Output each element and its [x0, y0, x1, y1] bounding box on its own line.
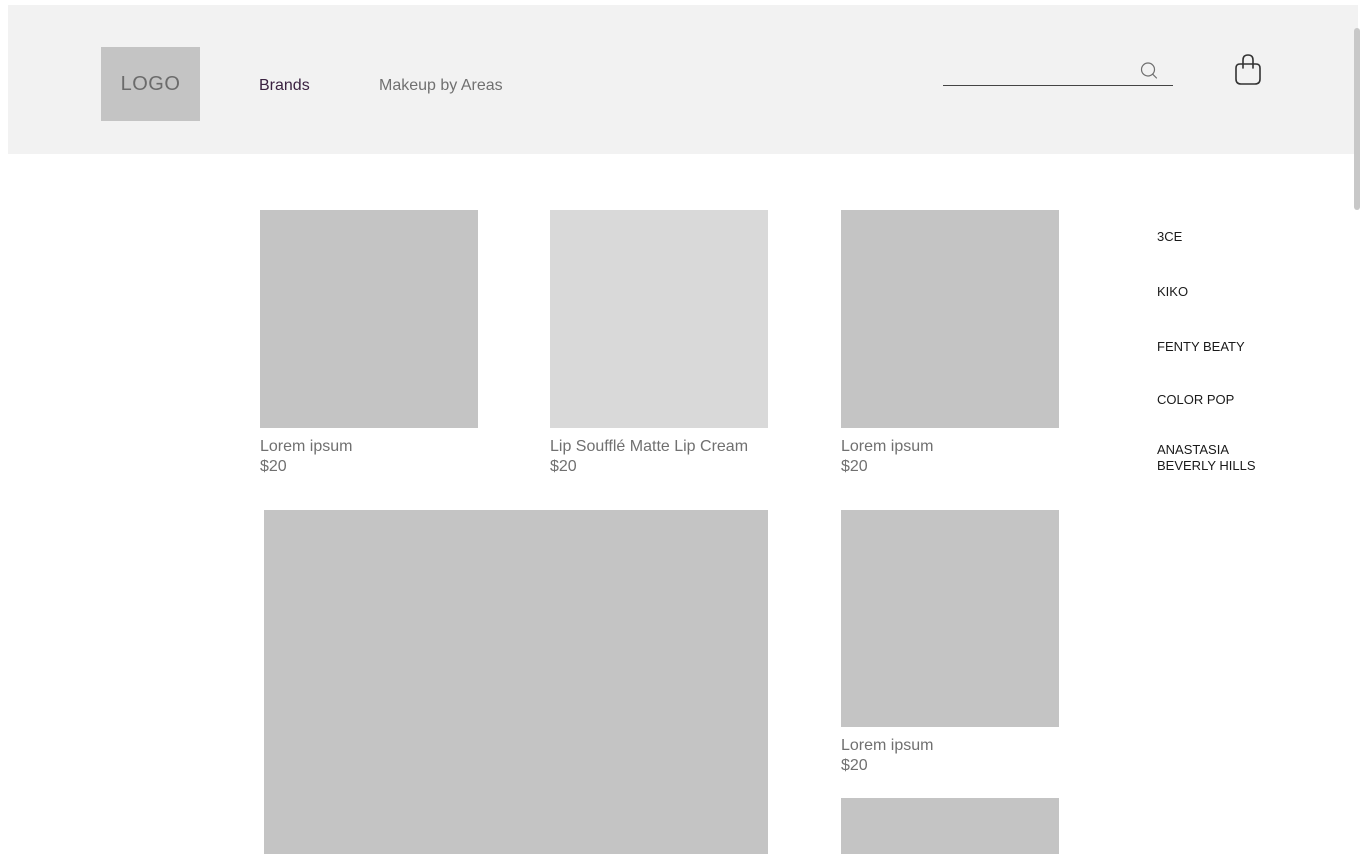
product-name: Lorem ipsum: [841, 737, 934, 754]
search-icon[interactable]: [1138, 60, 1160, 82]
product-image[interactable]: [841, 798, 1059, 854]
product-image: [260, 210, 478, 428]
product-card[interactable]: Lip Soufflé Matte Lip Cream $20: [550, 210, 768, 480]
product-name: Lip Soufflé Matte Lip Cream: [550, 438, 749, 455]
product-image: [841, 510, 1059, 727]
product-card[interactable]: Lorem ipsum $20: [841, 510, 1059, 780]
product-card[interactable]: Lorem ipsum $20: [841, 210, 1059, 480]
featured-image[interactable]: [264, 510, 768, 854]
product-price: $20: [550, 458, 577, 475]
logo[interactable]: LOGO: [101, 47, 200, 121]
shopping-bag-icon[interactable]: [1232, 52, 1264, 86]
brand-item-3ce[interactable]: 3CE: [1157, 229, 1182, 245]
scrollbar-thumb[interactable]: [1354, 28, 1360, 210]
product-name: Lorem ipsum: [260, 438, 353, 455]
nav-makeup-by-areas[interactable]: Makeup by Areas: [379, 77, 503, 95]
nav-brands[interactable]: Brands: [259, 77, 310, 95]
search-input[interactable]: [943, 58, 1133, 82]
product-name: Lorem ipsum: [841, 438, 934, 455]
product-price: $20: [841, 458, 868, 475]
product-image: [841, 210, 1059, 428]
brand-item-anastasia-beverly-hills[interactable]: ANASTASIA BEVERLY HILLS: [1157, 442, 1267, 474]
product-card[interactable]: Lorem ipsum $20: [260, 210, 478, 480]
brand-item-color-pop[interactable]: COLOR POP: [1157, 392, 1234, 408]
brand-item-kiko[interactable]: KIKO: [1157, 284, 1188, 300]
product-image: [550, 210, 768, 428]
page: LOGO Brands Makeup by Areas Lorem ipsum …: [0, 0, 1360, 854]
search-underline: [943, 85, 1173, 86]
product-price: $20: [260, 458, 287, 475]
product-price: $20: [841, 757, 868, 774]
brand-item-fenty-beaty[interactable]: FENTY BEATY: [1157, 339, 1245, 355]
